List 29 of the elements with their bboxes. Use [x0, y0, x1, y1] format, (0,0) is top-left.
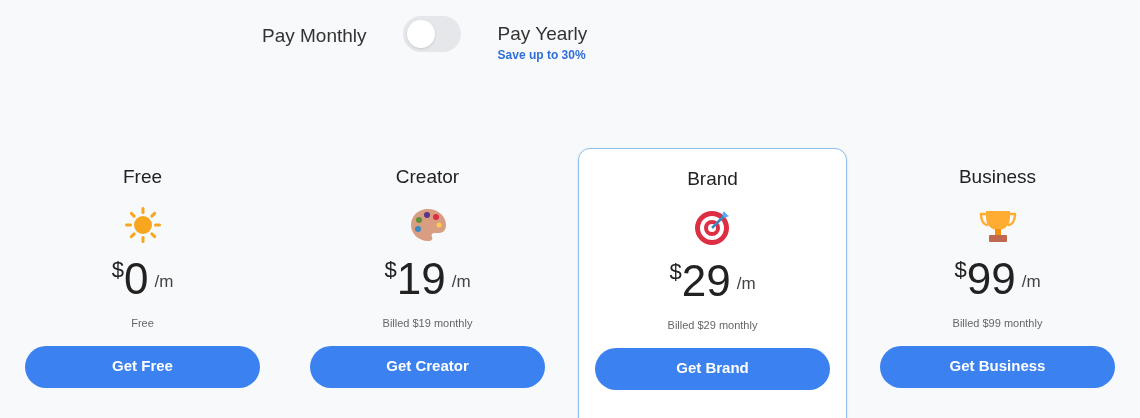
- billing-toggle[interactable]: [402, 16, 461, 52]
- currency-symbol: $: [669, 261, 682, 283]
- plan-button[interactable]: Get Creator: [310, 345, 545, 388]
- plan-price: 0: [123, 255, 149, 303]
- plan-name: Free: [122, 165, 163, 189]
- billing-note: Billed $19 monthly: [382, 316, 473, 331]
- plan-name: Business: [958, 165, 1037, 189]
- plan-name: Creator: [395, 165, 460, 189]
- plan-button[interactable]: Get Brand: [595, 347, 830, 390]
- billing-note: Billed $29 monthly: [667, 318, 758, 333]
- plan-name: Brand: [687, 167, 738, 191]
- plan-button[interactable]: Get Free: [25, 345, 260, 388]
- savings-note: Save up to 30%: [497, 48, 587, 62]
- currency-symbol: $: [954, 259, 967, 281]
- price-period: /m: [1021, 271, 1041, 294]
- plan-price: 29: [681, 257, 731, 305]
- price-period: /m: [451, 271, 471, 294]
- price-period: /m: [154, 271, 174, 294]
- price-period: /m: [736, 273, 756, 296]
- billing-note: Billed $99 monthly: [952, 316, 1043, 331]
- currency-symbol: $: [384, 259, 397, 281]
- pay-yearly-label: Pay Yearly: [497, 22, 588, 46]
- plan-price: 99: [966, 255, 1016, 303]
- billing-note: Free: [131, 316, 154, 331]
- pay-monthly-label: Pay Monthly: [262, 24, 367, 48]
- sun-icon: [122, 205, 163, 245]
- currency-symbol: $: [111, 259, 124, 281]
- plan-button[interactable]: Get Business: [880, 345, 1115, 388]
- plan-price: 19: [396, 255, 446, 303]
